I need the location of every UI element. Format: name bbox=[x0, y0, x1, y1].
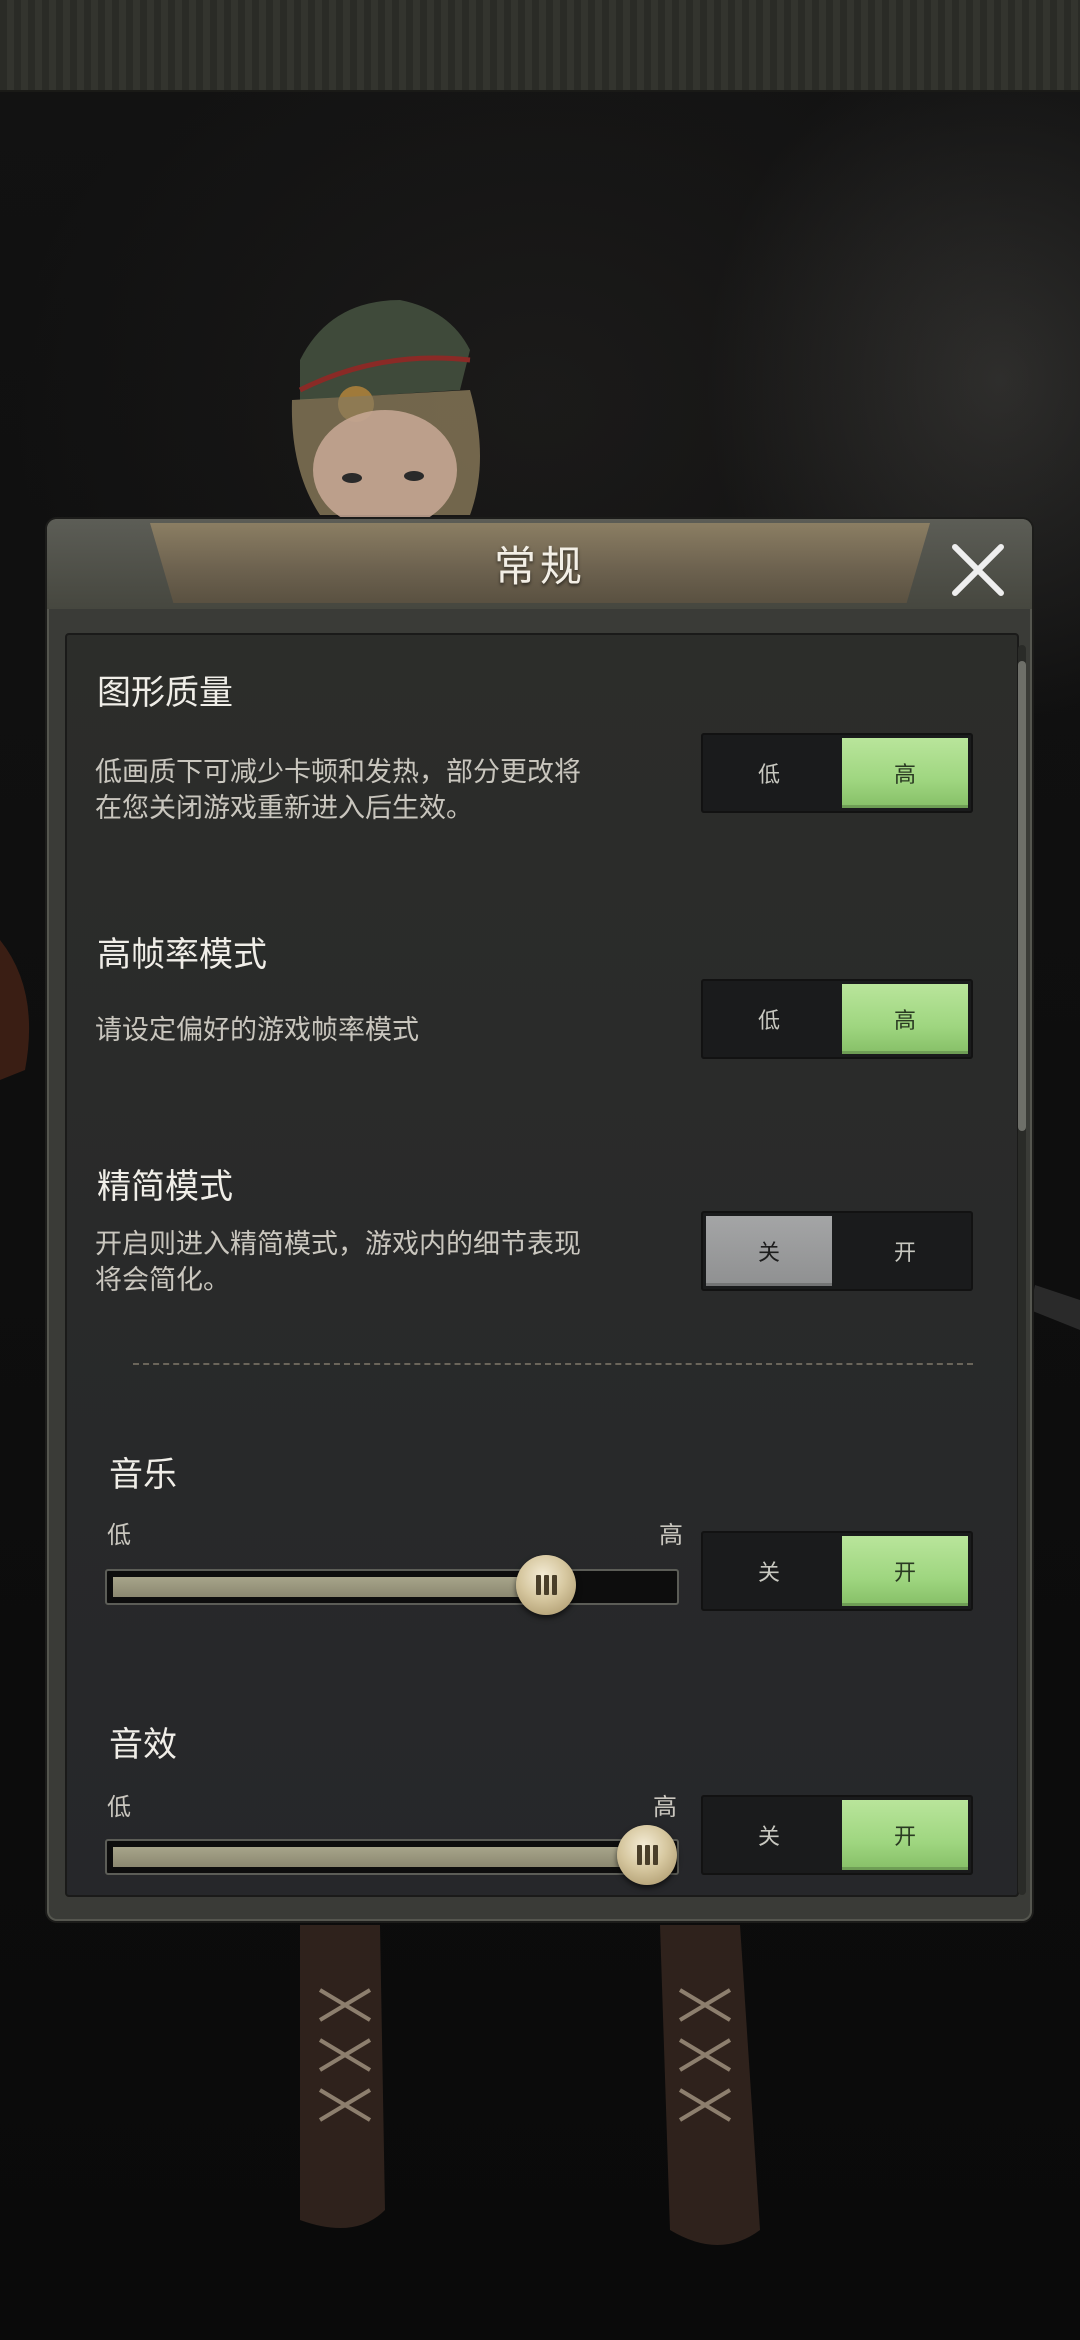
graphics-quality-title: 图形质量 bbox=[97, 673, 233, 713]
graphics-quality-desc: 低画质下可减少卡顿和发热，部分更改将 在您关闭游戏重新进入后生效。 bbox=[95, 755, 581, 827]
scrollbar[interactable] bbox=[1018, 645, 1026, 1895]
scrollbar-thumb[interactable] bbox=[1018, 661, 1026, 1131]
settings-content: 图形质量 低画质下可减少卡顿和发热，部分更改将 在您关闭游戏重新进入后生效。 低… bbox=[65, 633, 1019, 1897]
dialog-title: 常规 bbox=[493, 542, 586, 591]
music-toggle[interactable]: 关 开 bbox=[701, 1531, 973, 1611]
high-framerate-toggle[interactable]: 低 高 bbox=[701, 979, 973, 1059]
lite-mode-off-option[interactable]: 关 bbox=[706, 1216, 832, 1286]
high-framerate-title: 高帧率模式 bbox=[97, 935, 267, 975]
music-off-option[interactable]: 关 bbox=[706, 1536, 832, 1606]
lite-mode-desc-line2: 将会简化。 bbox=[95, 1265, 230, 1296]
sound-effects-min-label: 低 bbox=[107, 1793, 131, 1821]
graphics-quality-high-option[interactable]: 高 bbox=[842, 738, 968, 808]
close-icon[interactable] bbox=[945, 537, 1011, 603]
graphics-quality-desc-line1: 低画质下可减少卡顿和发热，部分更改将 bbox=[95, 757, 581, 788]
dialog-header: 常规 bbox=[47, 519, 1032, 609]
high-framerate-desc: 请设定偏好的游戏帧率模式 bbox=[95, 1015, 419, 1046]
sound-effects-max-label: 高 bbox=[653, 1793, 677, 1821]
music-volume-handle[interactable] bbox=[516, 1555, 576, 1615]
high-framerate-low-option[interactable]: 低 bbox=[706, 984, 832, 1054]
lite-mode-on-option[interactable]: 开 bbox=[842, 1216, 968, 1286]
graphics-quality-desc-line2: 在您关闭游戏重新进入后生效。 bbox=[95, 793, 473, 824]
music-title: 音乐 bbox=[109, 1455, 177, 1495]
sound-effects-title: 音效 bbox=[109, 1725, 177, 1765]
music-max-label: 高 bbox=[659, 1521, 683, 1549]
sound-effects-on-option[interactable]: 开 bbox=[842, 1800, 968, 1870]
sound-effects-volume-handle[interactable] bbox=[617, 1825, 677, 1885]
settings-dialog: 常规 图形质量 低画质下可减少卡顿和发热，部分更改将 在您关闭游戏重新进入后生效… bbox=[47, 519, 1032, 1921]
sound-effects-volume-fill bbox=[113, 1847, 649, 1867]
graphics-quality-low-option[interactable]: 低 bbox=[706, 738, 832, 808]
graphics-quality-toggle[interactable]: 低 高 bbox=[701, 733, 973, 813]
lite-mode-desc: 开启则进入精简模式，游戏内的细节表现 将会简化。 bbox=[95, 1227, 581, 1299]
sound-effects-volume-slider[interactable] bbox=[105, 1839, 679, 1875]
section-divider bbox=[133, 1363, 973, 1365]
lite-mode-title: 精简模式 bbox=[97, 1167, 233, 1207]
sound-effects-off-option[interactable]: 关 bbox=[706, 1800, 832, 1870]
lite-mode-desc-line1: 开启则进入精简模式，游戏内的细节表现 bbox=[95, 1229, 581, 1260]
music-volume-fill bbox=[113, 1577, 548, 1597]
music-on-option[interactable]: 开 bbox=[842, 1536, 968, 1606]
high-framerate-high-option[interactable]: 高 bbox=[842, 984, 968, 1054]
music-min-label: 低 bbox=[107, 1521, 131, 1549]
sound-effects-toggle[interactable]: 关 开 bbox=[701, 1795, 973, 1875]
music-volume-slider[interactable] bbox=[105, 1569, 679, 1605]
lite-mode-toggle[interactable]: 关 开 bbox=[701, 1211, 973, 1291]
